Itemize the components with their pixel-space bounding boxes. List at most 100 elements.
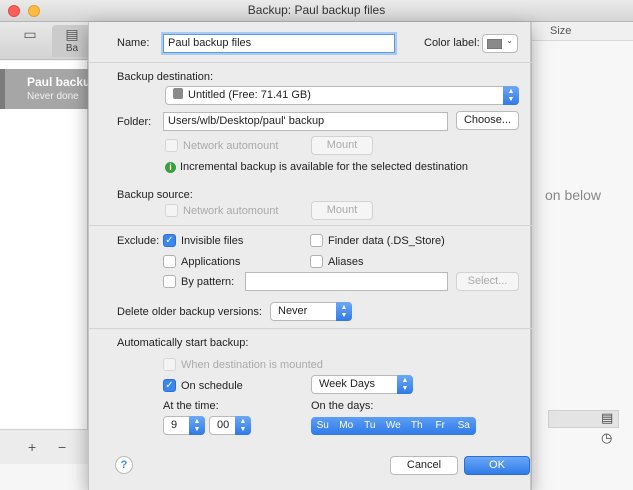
choose-folder-button[interactable]: Choose... <box>456 111 519 130</box>
toolbar-archive-button[interactable]: ▭ <box>10 25 50 57</box>
destination-mount-button[interactable]: Mount <box>311 136 373 155</box>
day-thursday[interactable]: Th <box>405 417 429 435</box>
add-backup-button[interactable]: + <box>28 439 36 455</box>
document-icon[interactable]: ▤ <box>601 410 613 426</box>
ok-button[interactable]: OK <box>464 456 530 475</box>
file-list-header: Size <box>532 22 633 41</box>
disk-icon <box>173 88 183 99</box>
name-field[interactable]: Paul backup files <box>163 34 395 53</box>
minimize-window-button[interactable] <box>28 5 40 17</box>
color-swatch <box>487 39 502 49</box>
delete-versions-value: Never <box>278 305 308 317</box>
backup-item-status: Never done <box>27 91 79 102</box>
color-label-picker[interactable]: ⌄ <box>482 34 518 53</box>
remove-backup-button[interactable]: − <box>58 439 66 455</box>
toolbar-backup-label: Ba <box>65 43 79 54</box>
checkbox-label: Aliases <box>328 256 364 268</box>
checkbox-label: Finder data (.DS_Store) <box>328 235 445 247</box>
delete-versions-label: Delete older backup versions: <box>117 306 262 318</box>
destination-network-automount-checkbox[interactable]: Network automount <box>165 139 278 153</box>
backup-list-sidebar: Paul backu Never done <box>0 61 91 429</box>
schedule-popup[interactable]: Week Days ▲ ▼ <box>311 375 413 394</box>
folder-label: Folder: <box>117 116 152 128</box>
checkbox-box <box>163 358 176 371</box>
select-pattern-button[interactable]: Select... <box>456 272 519 291</box>
when-mounted-checkbox[interactable]: When destination is mounted <box>163 358 323 372</box>
backup-item-name: Paul backu <box>27 75 91 89</box>
source-mount-button[interactable]: Mount <box>311 201 373 220</box>
hour-value: 9 <box>171 419 178 431</box>
archive-box-icon: ▭ <box>23 26 37 42</box>
checkbox-label: Applications <box>181 256 241 268</box>
source-network-automount-checkbox[interactable]: Network automount <box>165 204 278 218</box>
close-window-button[interactable] <box>8 5 20 17</box>
size-column-header[interactable]: Size <box>550 25 571 37</box>
exclude-finder-data-checkbox[interactable]: Finder data (.DS_Store) <box>310 234 445 248</box>
checkbox-label: When destination is mounted <box>181 359 323 371</box>
at-time-label: At the time: <box>163 400 219 412</box>
sidebar-footer: + − <box>0 429 88 464</box>
checkbox-label: By pattern: <box>181 276 235 288</box>
window-titlebar: Backup: Paul backup files <box>0 0 633 22</box>
exclude-aliases-checkbox[interactable]: Aliases <box>310 255 363 269</box>
day-saturday[interactable]: Sa <box>452 417 476 435</box>
delete-versions-popup[interactable]: Never ▲ ▼ <box>270 302 352 321</box>
pattern-field[interactable] <box>245 272 448 291</box>
checkbox-box <box>310 234 323 247</box>
checkbox-label: On schedule <box>181 380 243 392</box>
checkbox-box <box>165 139 178 152</box>
destination-value: Untitled (Free: 71.41 GB) <box>188 89 311 101</box>
hour-popup[interactable]: 9 ▲ ▼ <box>163 416 205 435</box>
exclude-label: Exclude: <box>117 235 160 247</box>
schedule-value: Week Days <box>319 378 376 390</box>
color-label-label: Color label: <box>424 37 480 49</box>
divider <box>89 225 532 226</box>
checkbox-label: Network automount <box>183 140 279 152</box>
checkmark-icon: ✓ <box>163 379 176 392</box>
folder-path-field[interactable]: Users/wlb/Desktop/paul' backup <box>163 112 448 131</box>
checkbox-box <box>310 255 323 268</box>
empty-hint-text: on below <box>545 187 602 203</box>
day-monday[interactable]: Mo <box>335 417 359 435</box>
on-schedule-checkbox[interactable]: ✓ On schedule <box>163 379 243 393</box>
divider <box>89 62 532 63</box>
schedule-icon[interactable]: ◷ <box>601 430 612 446</box>
up-down-arrows-icon: ▲ ▼ <box>503 86 519 105</box>
exclude-by-pattern-checkbox[interactable]: By pattern: <box>163 275 234 289</box>
name-label: Name: <box>117 37 150 49</box>
checkbox-box <box>165 204 178 217</box>
cancel-button[interactable]: Cancel <box>390 456 458 475</box>
day-wednesday[interactable]: We <box>382 417 406 435</box>
divider <box>89 328 532 329</box>
source-label: Backup source: <box>117 189 193 201</box>
up-down-arrows-icon: ▲ ▼ <box>189 416 205 435</box>
checkmark-icon: ✓ <box>163 234 176 247</box>
exclude-applications-checkbox[interactable]: Applications <box>163 255 240 269</box>
file-list-panel: Size on below ▤ ◷ <box>531 22 633 490</box>
checkbox-box <box>163 255 176 268</box>
toolbar-backup-button[interactable]: ▤ Ba <box>52 25 92 57</box>
weekday-segmented-control: Su Mo Tu We Th Fr Sa <box>311 417 476 435</box>
destination-popup[interactable]: Untitled (Free: 71.41 GB) ▲ ▼ <box>165 86 519 105</box>
help-button[interactable]: ? <box>115 456 133 474</box>
exclude-invisible-files-checkbox[interactable]: ✓ Invisible files <box>163 234 243 248</box>
incremental-info-text: Incremental backup is available for the … <box>180 161 469 173</box>
window-title: Backup: Paul backup files <box>247 3 386 17</box>
up-down-arrows-icon: ▲ ▼ <box>397 375 413 394</box>
minute-popup[interactable]: 00 ▲ ▼ <box>209 416 251 435</box>
minute-value: 00 <box>217 419 230 431</box>
checkbox-box <box>163 275 176 288</box>
backup-list-item[interactable]: Paul backu Never done <box>0 69 91 109</box>
up-down-arrows-icon: ▲ ▼ <box>235 416 251 435</box>
drawer-icon: ▤ <box>65 26 79 42</box>
up-down-arrows-icon: ▲ ▼ <box>336 302 352 321</box>
day-tuesday[interactable]: Tu <box>358 417 382 435</box>
auto-start-label: Automatically start backup: <box>117 337 249 349</box>
checkbox-label: Invisible files <box>181 235 244 247</box>
on-days-label: On the days: <box>311 400 374 412</box>
day-friday[interactable]: Fr <box>429 417 453 435</box>
backup-settings-sheet: Name: Paul backup files Color label: ⌄ B… <box>88 22 532 490</box>
destination-label: Backup destination: <box>117 71 214 83</box>
day-sunday[interactable]: Su <box>311 417 335 435</box>
chevron-down-icon: ⌄ <box>506 36 513 45</box>
